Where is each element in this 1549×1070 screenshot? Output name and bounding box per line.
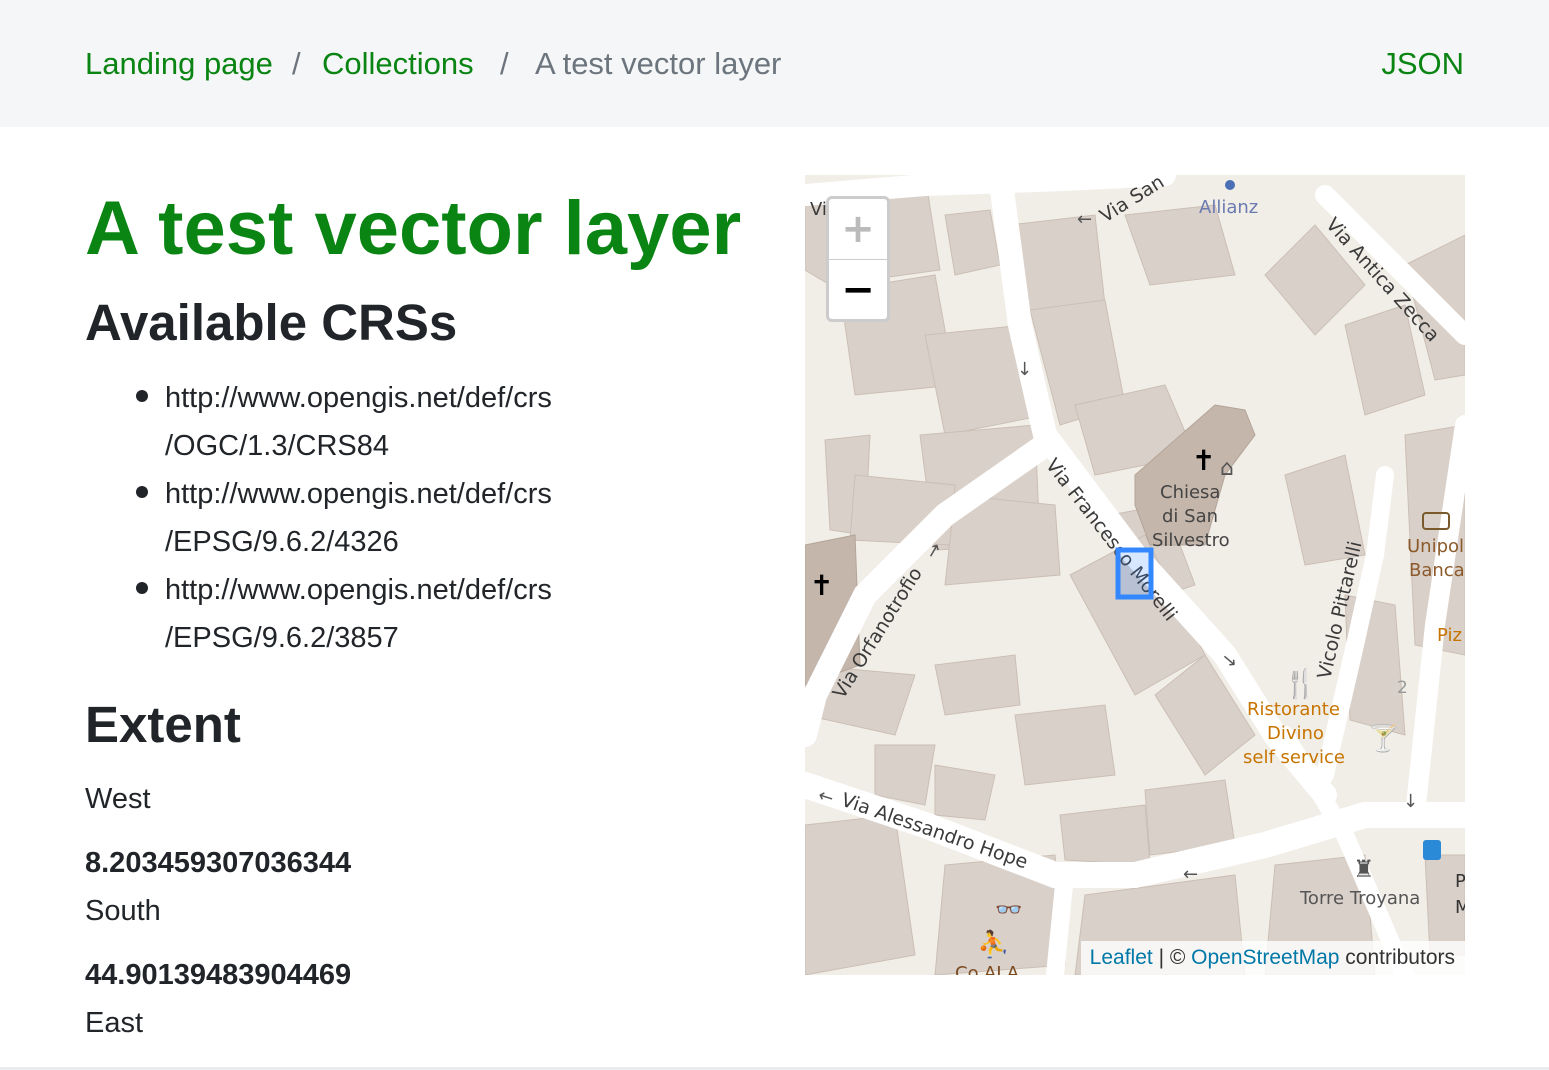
poi-label: Ristorante (1247, 699, 1340, 720)
extent-west-value: 8.203459307036344 (85, 847, 352, 879)
building-icon: ⌂ (1220, 456, 1234, 481)
breadcrumb-landing-page[interactable]: Landing page (85, 44, 273, 84)
oneway-arrow-icon: ↓ (1017, 359, 1032, 380)
crs-list-item: http://www.opengis.net/def/crs /EPSG/9.6… (85, 566, 725, 662)
extent-south-label: South (85, 895, 161, 927)
poi-label: Torre Troyana (1299, 888, 1420, 909)
leaflet-link[interactable]: Leaflet (1090, 946, 1153, 969)
crs-uri-part1: http://www.opengis.net/def/crs (165, 478, 552, 510)
glasses-icon: 👓 (995, 898, 1022, 923)
crs-list-item: http://www.opengis.net/def/crs /EPSG/9.6… (85, 470, 725, 566)
poi-label: Chiesa (1160, 482, 1220, 503)
zoom-in-button[interactable]: + (829, 199, 887, 260)
bar-icon: 🍸 (1367, 722, 1399, 754)
breadcrumb-separator: / (500, 46, 509, 81)
page-title: A test vector layer (85, 186, 742, 271)
json-link[interactable]: JSON (1381, 44, 1464, 84)
attribution-suffix: contributors (1345, 946, 1455, 969)
crs-heading: Available CRSs (85, 294, 458, 351)
extent-east-label: East (85, 1007, 144, 1039)
tower-icon: ♜ (1353, 855, 1375, 883)
poi-label: di San (1162, 506, 1218, 527)
map-tiles: Via San Via Antica Zecca Via Francesco M… (805, 175, 1465, 975)
bullet-icon (136, 486, 148, 498)
poi-label: M (1455, 897, 1465, 918)
openstreetmap-link[interactable]: OpenStreetMap (1191, 946, 1339, 969)
map-view[interactable]: Via San Via Antica Zecca Via Francesco M… (805, 175, 1465, 975)
house-number-label: 2 (1397, 678, 1408, 698)
social-icon: ⛹ (977, 928, 1009, 960)
extent-south-value: 44.90139483904469 (85, 959, 352, 991)
oneway-arrow-icon: ↓ (1403, 791, 1418, 812)
extent-west-label: West (85, 783, 151, 815)
poi-label: Allianz (1199, 197, 1258, 218)
zoom-control: + − (826, 196, 890, 322)
poi-label: P (1455, 871, 1465, 892)
crs-uri-part2: /EPSG/9.6.2/4326 (165, 526, 399, 558)
oneway-arrow-icon: ← (1183, 864, 1198, 885)
poi-dot-icon (1225, 180, 1235, 190)
breadcrumb-collections[interactable]: Collections (322, 44, 474, 84)
poi-label: Unipol (1407, 536, 1464, 557)
church-cross-icon: ✝ (810, 569, 833, 602)
poi-label: self service (1243, 747, 1345, 768)
breadcrumb-separator: / (292, 46, 301, 81)
zoom-out-button[interactable]: − (829, 260, 887, 319)
bullet-icon (136, 390, 148, 402)
extent-heading: Extent (85, 696, 241, 753)
poi-label: Piz (1437, 625, 1462, 646)
crs-uri-part2: /OGC/1.3/CRS84 (165, 430, 390, 462)
map-attribution: Leaflet | © OpenStreetMap contributors (1080, 941, 1465, 975)
poi-label: Divino (1267, 723, 1324, 744)
crs-uri-part1: http://www.opengis.net/def/crs (165, 382, 552, 414)
bullet-icon (136, 582, 148, 594)
poi-label: Banca (1409, 560, 1465, 581)
oneway-arrow-icon: ← (1077, 209, 1092, 230)
crs-list: http://www.opengis.net/def/crs /OGC/1.3/… (85, 374, 725, 662)
attribution-separator: | © (1158, 946, 1186, 969)
crs-uri-part1: http://www.opengis.net/def/crs (165, 574, 552, 606)
breadcrumb-bar: Landing page / Collections / A test vect… (0, 0, 1549, 127)
restaurant-icon: 🍴 (1283, 667, 1318, 700)
crs-list-item: http://www.opengis.net/def/crs /OGC/1.3/… (85, 374, 725, 470)
bus-stop-icon (1423, 840, 1441, 860)
breadcrumb-current: A test vector layer (535, 46, 782, 81)
poi-label: Co.ALA (955, 963, 1020, 975)
feature-extent-rectangle[interactable] (1115, 547, 1154, 600)
poi-label: Silvestro (1152, 530, 1230, 551)
crs-uri-part2: /EPSG/9.6.2/3857 (165, 622, 399, 654)
church-cross-icon: ✝ (1192, 444, 1215, 477)
